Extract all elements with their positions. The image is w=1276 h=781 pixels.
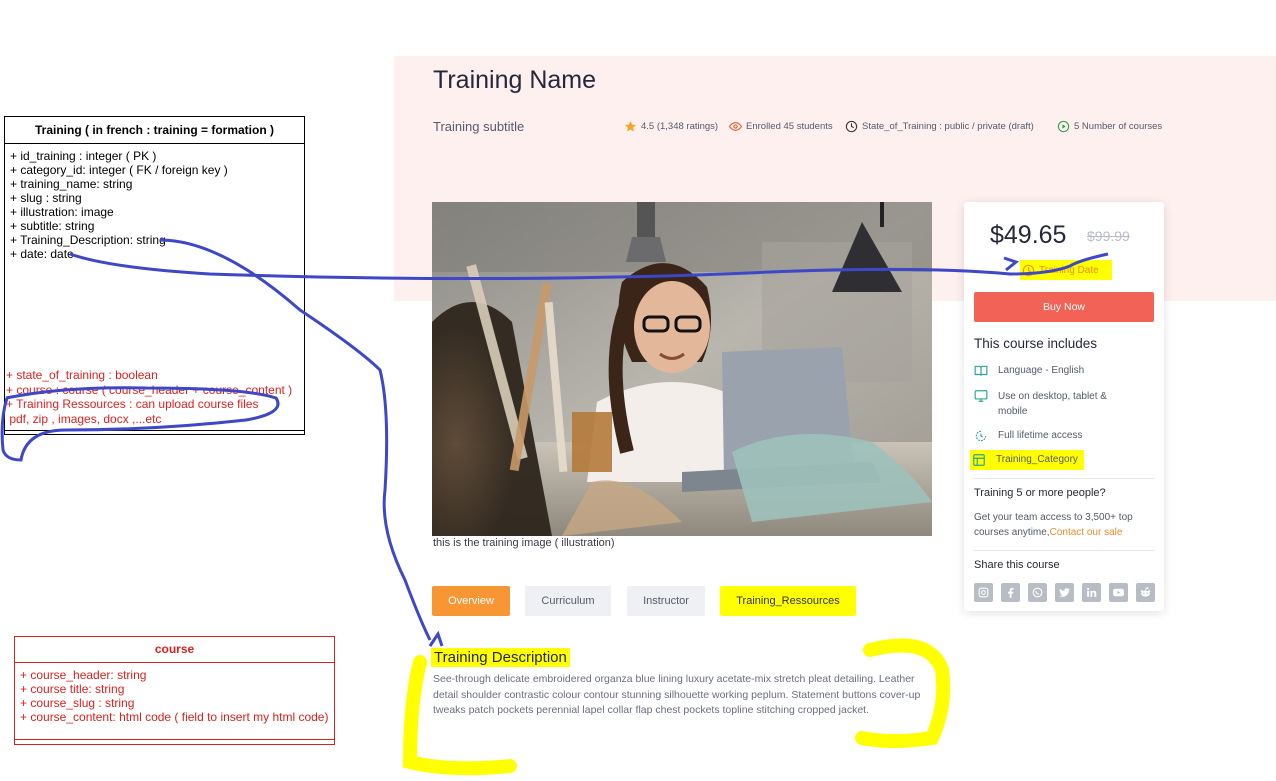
uml-field: + subtitle: string [10,219,95,233]
star-icon [624,121,637,132]
uml-course-class: course + course_header: string + course … [14,636,335,745]
uml-field: + illustration: image [10,205,114,219]
enrolled-text: Enrolled 45 students [746,121,833,132]
social-share-row [974,583,1155,602]
card-divider [974,478,1154,479]
include-category: Training_Category [970,450,1084,470]
enrolled-meta: Enrolled 45 students [729,120,833,133]
uml-field: + Training_Description: string [10,233,166,247]
description-title: Training Description [431,648,570,667]
arrow-head [428,630,444,647]
uml-field: + slug : string [10,191,82,205]
include-text: Full lifetime access [998,430,1083,441]
monitor-icon [974,390,988,402]
buy-now-button[interactable]: Buy Now [974,292,1154,322]
uml-red-field: pdf, zip , images, docx ,...etc [6,411,162,426]
uml-training-class: Training ( in french : training = format… [4,116,305,435]
youtube-icon[interactable] [1109,583,1128,602]
eye-icon [729,122,742,131]
training-image [432,202,932,536]
facebook-icon[interactable] [1001,583,1020,602]
tab-curriculum[interactable]: Curriculum [525,586,611,616]
tab-instructor[interactable]: Instructor [627,586,705,616]
twitter-icon[interactable] [1055,583,1074,602]
uml-field: + course_content: html code ( field to i… [20,710,329,724]
uml-field: + course_header: string [20,668,147,682]
training-illustration [432,202,932,536]
share-title: Share this course [974,559,1060,571]
linkedin-icon[interactable] [1082,583,1101,602]
uml-field: + category_id: integer ( FK / foreign ke… [10,163,228,177]
team-text: Get your team access to 3,500+ top cours… [974,510,1160,540]
contact-sale-link[interactable]: Contact our sale [1050,527,1123,538]
infinity-icon [975,430,987,442]
uml-divider [5,430,304,431]
state-text: State_of_Training : public / private (dr… [862,121,1034,132]
uml-field: + date: date [10,247,74,261]
description-text: See-through delicate embroidered organza… [433,673,921,716]
original-price: $99.99 [1087,228,1130,244]
card-divider [974,550,1154,551]
state-meta: State_of_Training : public / private (dr… [845,120,1034,133]
team-title: Training 5 or more people? [974,487,1106,499]
uml-training-title: Training ( in french : training = format… [5,117,304,144]
uml-divider [15,739,334,740]
instagram-icon[interactable] [974,583,993,602]
include-text: Use on desktop, tablet & mobile [998,391,1107,417]
training-name: Training Name [433,66,597,94]
uml-red-field: + state_of_training : boolean [6,368,158,382]
training-date-text: Training Date [1039,264,1099,276]
uml-course-fields: + course_header: string + course title: … [15,663,334,724]
includes-title: This course includes [974,336,1098,351]
uml-field: + id_training : integer ( PK ) [10,149,157,163]
uml-field: + course_slug : string [20,696,135,710]
image-caption: this is the training image ( illustratio… [433,537,615,549]
include-devices: Use on desktop, tablet & mobile [974,389,1128,419]
rating-meta: 4.5 (1,348 ratings) [624,120,718,133]
whatsapp-icon[interactable] [1028,583,1047,602]
clock-icon [845,120,858,133]
tab-training-ressources[interactable]: Training_Ressources [720,586,856,616]
courses-text: 5 Number of courses [1074,121,1163,132]
uml-field: + course title: string [20,682,125,696]
book-icon [974,365,988,376]
courses-meta: 5 Number of courses [1057,120,1162,133]
include-language: Language - English [974,364,1084,378]
uml-training-fields: + id_training : integer ( PK ) + categor… [5,144,304,261]
include-lifetime: Full lifetime access [974,429,1082,443]
tab-overview[interactable]: Overview [432,586,510,616]
include-text: Training_Category [996,454,1078,465]
uml-field: + training_name: string [10,177,133,191]
layout-icon [973,454,985,466]
clock-icon [1022,264,1035,276]
rating-text: 4.5 (1,348 ratings) [641,121,719,132]
training-date: Training Date [1020,260,1112,280]
uml-training-red-fields: + state_of_training : boolean + course :… [6,368,292,426]
include-text: Language - English [998,365,1085,376]
play-circle-icon [1057,120,1070,133]
reddit-icon[interactable] [1136,583,1155,602]
current-price: $49.65 [990,221,1067,249]
uml-red-field: + Training Ressources : can upload cours… [6,397,259,411]
uml-red-field: + course : course ( course_header + cour… [6,382,293,397]
training-subtitle: Training subtitle [433,119,525,134]
uml-course-title: course [15,637,334,663]
